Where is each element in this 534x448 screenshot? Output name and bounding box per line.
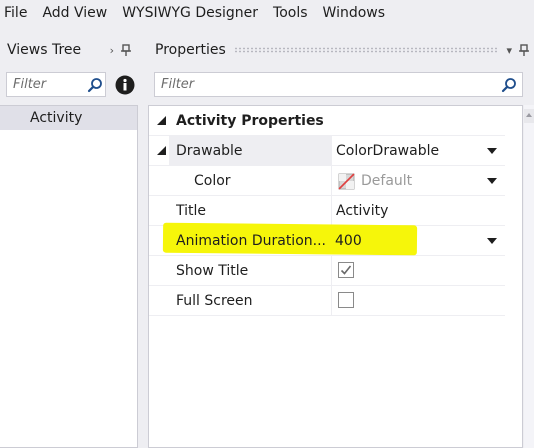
checkmark-icon <box>340 265 352 275</box>
menu-windows[interactable]: Windows <box>319 5 392 21</box>
property-value-color[interactable]: Default <box>331 166 505 195</box>
scroll-up-icon[interactable] <box>524 109 534 123</box>
property-name: Full Screen <box>176 293 253 309</box>
menu-file[interactable]: File <box>0 5 33 21</box>
property-row-show-title[interactable]: Show Title <box>149 256 505 286</box>
menu-add-view[interactable]: Add View <box>38 5 113 21</box>
property-name: Color <box>194 173 231 189</box>
property-value-text: Default <box>361 173 413 189</box>
property-name: Show Title <box>176 263 249 279</box>
pin-icon[interactable] <box>518 44 530 56</box>
property-value-text: ColorDrawable <box>336 143 440 159</box>
search-icon[interactable] <box>501 77 517 93</box>
properties-panel: Properties ▾ Activity Properties Drawabl… <box>148 36 534 448</box>
search-icon[interactable] <box>87 77 103 93</box>
property-value-full-screen <box>331 286 505 315</box>
property-row-color[interactable]: Color Default <box>149 166 505 196</box>
panel-overflow-icon[interactable]: › <box>110 44 114 57</box>
property-row-title[interactable]: Title Activity <box>149 196 505 226</box>
views-tree-search <box>6 72 106 97</box>
collapse-arrow-icon[interactable] <box>157 146 166 155</box>
dropdown-caret-icon[interactable] <box>487 148 497 154</box>
properties-search <box>154 72 523 97</box>
property-row-animation-duration[interactable]: Animation Duration... 400 <box>149 222 505 256</box>
property-name: Drawable <box>169 136 331 165</box>
panel-grip[interactable] <box>233 47 499 53</box>
property-value-title[interactable]: Activity <box>331 196 505 225</box>
dropdown-caret-icon[interactable] <box>487 238 497 244</box>
info-icon[interactable] <box>115 75 135 95</box>
property-value-text: 400 <box>335 233 362 249</box>
property-value-text: Activity <box>336 203 389 219</box>
property-row-full-screen[interactable]: Full Screen <box>149 286 505 316</box>
menu-bar: File Add View WYSIWYG Designer Tools Win… <box>0 0 534 26</box>
property-value-show-title <box>331 256 505 285</box>
properties-scrollbar[interactable] <box>524 105 534 448</box>
property-name: Title <box>176 203 207 219</box>
property-row-drawable[interactable]: Drawable ColorDrawable <box>149 136 505 166</box>
views-tree-title: Views Tree <box>7 42 82 58</box>
pin-icon[interactable] <box>120 44 132 56</box>
properties-header: Properties ▾ <box>148 36 534 64</box>
views-tree-list: Activity <box>0 105 138 448</box>
dropdown-caret-icon[interactable] <box>487 178 497 184</box>
views-tree-header: Views Tree › <box>0 36 140 64</box>
properties-filter-input[interactable] <box>155 73 495 96</box>
menu-tools[interactable]: Tools <box>269 5 314 21</box>
collapse-arrow-icon[interactable] <box>157 116 166 125</box>
chevron-down-icon[interactable]: ▾ <box>506 44 512 57</box>
category-activity-properties[interactable]: Activity Properties <box>149 106 505 136</box>
menu-wysiwyg-designer[interactable]: WYSIWYG Designer <box>118 5 264 21</box>
property-name: Animation Duration... <box>176 233 326 249</box>
views-tree-panel: Views Tree › Activity <box>0 36 140 448</box>
property-grid: Activity Properties Drawable ColorDrawab… <box>148 105 523 448</box>
show-title-checkbox[interactable] <box>338 262 354 278</box>
tree-item-activity[interactable]: Activity <box>0 106 137 130</box>
full-screen-checkbox[interactable] <box>338 292 354 308</box>
color-swatch-icon <box>338 173 355 190</box>
property-value-drawable[interactable]: ColorDrawable <box>331 136 505 165</box>
views-tree-filter-input[interactable] <box>7 73 85 96</box>
property-value-animation-duration[interactable]: 400 <box>331 226 505 255</box>
properties-title: Properties <box>155 42 226 58</box>
